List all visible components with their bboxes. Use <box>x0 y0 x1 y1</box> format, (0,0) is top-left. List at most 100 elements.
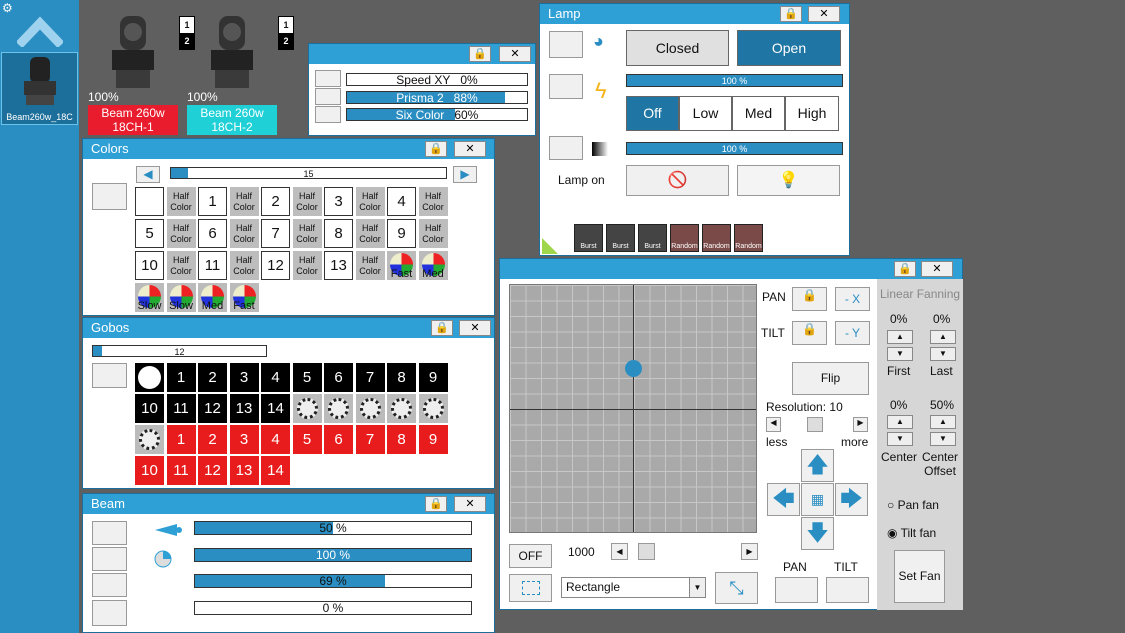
offset-up-icon[interactable]: ▲ <box>930 415 956 429</box>
last-down-icon[interactable]: ▼ <box>930 347 956 361</box>
gobo-7[interactable]: 7 <box>355 363 385 392</box>
color-4[interactable]: 5 <box>135 219 164 248</box>
lamp-off-button[interactable]: 🚫 <box>626 165 729 196</box>
color-11[interactable]: 12 <box>261 251 290 280</box>
gobo-9[interactable]: 9 <box>418 363 448 392</box>
color-6[interactable]: 7 <box>261 219 290 248</box>
lock-icon[interactable]: 🔒 <box>780 6 802 22</box>
dimmer-button[interactable] <box>549 136 583 160</box>
beam-button-4[interactable] <box>92 600 127 626</box>
offset-down-icon[interactable]: ▼ <box>930 432 956 446</box>
shutter-button[interactable] <box>549 31 583 58</box>
gobo-3[interactable]: 3 <box>229 363 259 392</box>
gobo-shake-2[interactable]: 2 <box>198 425 227 454</box>
selection-rectangle-icon[interactable] <box>509 574 552 602</box>
arrow-left-icon[interactable]: 🡄 <box>767 483 800 516</box>
pan-bottom-button[interactable] <box>775 577 818 603</box>
closed-button[interactable]: Closed <box>626 30 729 66</box>
gobo-shake-11[interactable]: 11 <box>166 456 196 485</box>
flash-random-3[interactable]: Random <box>734 224 763 252</box>
invert-x-button[interactable]: - X <box>835 287 870 311</box>
color-7[interactable]: 8 <box>324 219 353 248</box>
speed-xy-button[interactable] <box>315 70 341 87</box>
color-wheel[interactable]: Slow <box>135 283 164 312</box>
flash-burst-3[interactable]: Burst <box>638 224 667 252</box>
arrow-down-icon[interactable]: 🡇 <box>801 517 834 550</box>
fixture-thumbnail[interactable]: Beam260w_18C <box>1 52 78 125</box>
flash-random-1[interactable]: Random <box>670 224 699 252</box>
color-wheel[interactable]: Fast <box>387 251 416 280</box>
gobo-shake-12[interactable]: 12 <box>198 456 227 485</box>
lock-icon[interactable]: 🔒 <box>469 46 491 62</box>
prisma-bar[interactable]: Prisma 2 88% <box>346 91 528 104</box>
color-half[interactable]: Half Color <box>292 219 322 248</box>
speed-right-icon[interactable]: ▶ <box>741 543 758 560</box>
color-half[interactable]: Half Color <box>229 187 259 216</box>
gobo-10[interactable]: 10 <box>135 394 164 423</box>
gobo-shake-10[interactable]: 10 <box>135 456 164 485</box>
speed-thumb[interactable] <box>638 543 655 560</box>
arrow-left-icon[interactable]: ◀ <box>136 166 160 183</box>
strobe-button[interactable] <box>549 74 583 99</box>
gobo-shake-7[interactable]: 7 <box>355 425 385 454</box>
close-icon[interactable]: ✕ <box>454 496 486 512</box>
color-wheel[interactable]: Med <box>418 251 448 280</box>
gobo-13[interactable]: 13 <box>229 394 259 423</box>
gobo-shake-5[interactable]: 5 <box>292 425 322 454</box>
swap-icon[interactable]: ⤡ <box>715 572 758 604</box>
color-wheel[interactable]: Slow <box>166 283 196 312</box>
speed-left-icon[interactable]: ◀ <box>611 543 628 560</box>
color-wheel[interactable]: Med <box>198 283 227 312</box>
close-icon[interactable]: ✕ <box>454 141 486 157</box>
color-half[interactable]: Half Color <box>292 251 322 280</box>
flash-burst-2[interactable]: Burst <box>606 224 635 252</box>
gobos-reset-button[interactable] <box>92 363 127 388</box>
gobo-shake-14[interactable]: 14 <box>261 456 290 485</box>
gobo-shake-1[interactable]: 1 <box>166 425 196 454</box>
resolution-thumb[interactable] <box>807 417 823 432</box>
arrow-right-icon[interactable]: ▶ <box>453 166 477 183</box>
gobo-shake-13[interactable]: 13 <box>229 456 259 485</box>
mode-off-button[interactable]: Off <box>626 96 679 131</box>
beam-button-3[interactable] <box>92 573 127 597</box>
tilt-lock-icon[interactable]: 🔒 <box>792 321 827 345</box>
gobos-slider[interactable]: 12 <box>92 345 267 357</box>
color-half[interactable]: Half Color <box>229 251 259 280</box>
position-marker[interactable] <box>625 360 642 377</box>
prisma-button[interactable] <box>315 88 341 105</box>
color-0[interactable]: 1 <box>198 187 227 216</box>
off-button[interactable]: OFF <box>509 544 552 568</box>
gobo-rotate-icon[interactable] <box>135 425 164 454</box>
gobo-14[interactable]: 14 <box>261 394 290 423</box>
gobo-4[interactable]: 4 <box>261 363 290 392</box>
pan-lock-icon[interactable]: 🔒 <box>792 287 827 311</box>
gobo-rotate-icon[interactable] <box>355 394 385 423</box>
beam-button-2[interactable] <box>92 547 127 571</box>
color-half[interactable]: Half Color <box>355 219 385 248</box>
lock-icon[interactable]: 🔒 <box>425 496 447 512</box>
color-2[interactable]: 3 <box>324 187 353 216</box>
close-icon[interactable]: ✕ <box>921 261 953 277</box>
first-down-icon[interactable]: ▼ <box>887 347 913 361</box>
gobo-rotate-icon[interactable] <box>418 394 448 423</box>
tilt-bottom-button[interactable] <box>826 577 869 603</box>
gobo-shake-4[interactable]: 4 <box>261 425 290 454</box>
center-up-icon[interactable]: ▲ <box>887 415 913 429</box>
gobo-2[interactable]: 2 <box>198 363 227 392</box>
gobo-1[interactable]: 1 <box>166 363 196 392</box>
gobo-6[interactable]: 6 <box>324 363 353 392</box>
center-icon[interactable]: ▦ <box>801 483 834 516</box>
resolution-right-icon[interactable]: ▶ <box>853 417 868 432</box>
gear-icon[interactable]: ⚙ <box>2 1 13 15</box>
colors-reset-button[interactable] <box>92 183 127 210</box>
color-10[interactable]: 11 <box>198 251 227 280</box>
resolution-left-icon[interactable]: ◀ <box>766 417 781 432</box>
flash-burst-1[interactable]: Burst <box>574 224 603 252</box>
color-3[interactable]: 4 <box>387 187 416 216</box>
beam-button-1[interactable] <box>92 521 127 545</box>
lock-icon[interactable]: 🔒 <box>894 261 916 277</box>
pantilt-grid[interactable] <box>509 284 757 533</box>
mode-med-button[interactable]: Med <box>732 96 785 131</box>
first-up-icon[interactable]: ▲ <box>887 330 913 344</box>
close-icon[interactable]: ✕ <box>808 6 840 22</box>
